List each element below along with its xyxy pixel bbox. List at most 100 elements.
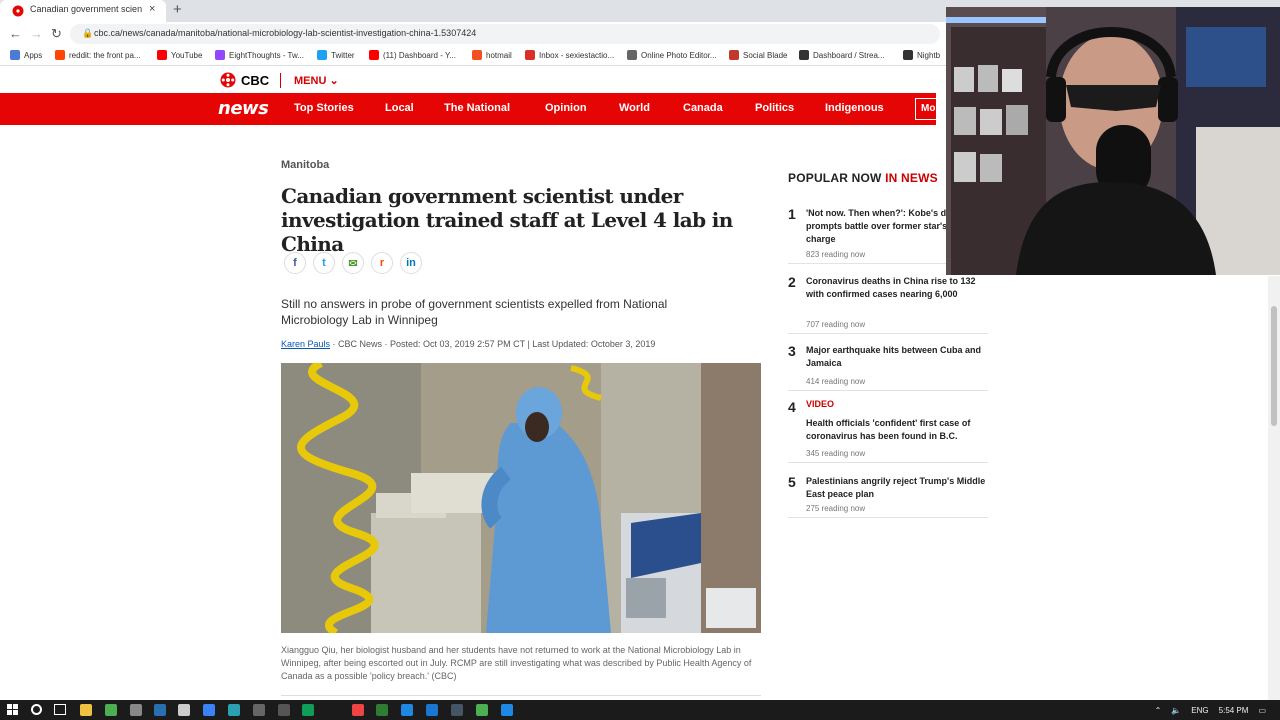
bookmark-item[interactable]: hotmail [472, 50, 512, 60]
bookmark-label: Online Photo Editor... [641, 50, 717, 60]
webcam-video-illustration [946, 7, 1280, 275]
popular-item[interactable]: 4 VIDEO Health officials 'confident' first… [788, 399, 988, 463]
popular-rank: 2 [788, 274, 796, 290]
media-icon[interactable] [253, 704, 265, 716]
nav-more-label: More [921, 103, 940, 114]
lock-icon: 🔒 [82, 28, 94, 38]
app-icon[interactable] [476, 704, 488, 716]
tray-expand-icon[interactable]: ⌃ [1155, 706, 1162, 715]
email-icon[interactable]: ✉ [342, 252, 364, 274]
terminal-icon[interactable] [154, 704, 166, 716]
sheets-icon[interactable] [302, 704, 314, 716]
bookmark-label: YouTube [171, 50, 203, 60]
article-section[interactable]: Manitoba [281, 159, 329, 171]
task-view-icon[interactable] [54, 704, 66, 715]
popular-item[interactable]: 5 Palestinians angrily reject Trump's Mid… [788, 474, 988, 518]
obs-icon[interactable] [278, 704, 290, 716]
popular-item[interactable]: 3 Major earthquake hits between Cuba and … [788, 343, 988, 391]
tab-close-icon[interactable]: × [149, 3, 155, 15]
game-icon[interactable] [376, 704, 388, 716]
bookmark-favicon-icon [799, 50, 809, 60]
news-logo[interactable]: news [218, 98, 269, 119]
reload-icon[interactable]: ↻ [51, 26, 62, 42]
steam-icon[interactable] [451, 704, 463, 716]
file-explorer-icon[interactable] [80, 704, 92, 716]
app-icon[interactable] [352, 704, 364, 716]
bookmark-item[interactable]: reddit: the front pa... [55, 50, 141, 60]
start-icon[interactable] [7, 704, 18, 715]
bookmark-item[interactable]: (11) Dashboard - Y... [369, 50, 456, 60]
popular-title[interactable]: Major earthquake hits between Cuba and J… [806, 344, 988, 370]
nav-local[interactable]: Local [385, 102, 414, 114]
article-photo[interactable] [281, 363, 761, 633]
author-link[interactable]: Karen Pauls [281, 339, 330, 349]
bookmark-label: reddit: the front pa... [69, 50, 141, 60]
bookmark-favicon-icon [215, 50, 225, 60]
nav-opinion[interactable]: Opinion [545, 102, 587, 114]
app-icon[interactable] [178, 704, 190, 716]
bookmark-label: Dashboard / Strea... [813, 50, 885, 60]
browser-icon[interactable] [203, 704, 215, 716]
back-icon[interactable]: ← [9, 26, 22, 41]
popular-title[interactable]: Palestinians angrily reject Trump's Midd… [806, 475, 988, 501]
nav-canada[interactable]: Canada [683, 102, 723, 114]
bookmark-item[interactable]: YouTube [157, 50, 202, 60]
bookmark-favicon-icon [472, 50, 482, 60]
app-icon[interactable] [426, 704, 438, 716]
browser-tab[interactable]: Canadian government scientist u × [0, 0, 166, 22]
nav-the-national[interactable]: The National [444, 102, 510, 114]
chrome-icon[interactable] [105, 704, 117, 716]
bookmark-item[interactable]: Dashboard / Strea... [799, 50, 885, 60]
bookmark-item[interactable]: Inbox - sexiestactio... [525, 50, 614, 60]
app-icon[interactable] [130, 704, 142, 716]
bookmark-item[interactable]: Apps [10, 50, 42, 60]
windows-taskbar: ⌃ 🔈 ENG 5:54 PM ▭ [0, 700, 1280, 720]
cbc-gem-icon [220, 72, 236, 88]
language-indicator[interactable]: ENG [1191, 706, 1208, 715]
cbc-favicon-icon [12, 5, 24, 17]
app-icon[interactable] [401, 704, 413, 716]
bookmark-favicon-icon [729, 50, 739, 60]
linkedin-icon[interactable]: in [400, 252, 422, 274]
facebook-icon[interactable]: f [284, 252, 306, 274]
twitter-icon[interactable]: t [313, 252, 335, 274]
nav-world[interactable]: World [619, 102, 650, 114]
popular-video-tag: VIDEO [806, 399, 835, 409]
notification-icon[interactable]: ▭ [1258, 706, 1266, 715]
nav-indigenous[interactable]: Indigenous [825, 102, 884, 114]
clock[interactable]: 5:54 PM [1219, 706, 1249, 715]
cbc-logo-text: CBC [241, 72, 270, 88]
app-icon[interactable] [501, 704, 513, 716]
menu-button[interactable]: MENU ⌄ [294, 74, 339, 87]
reddit-icon[interactable]: r [371, 252, 393, 274]
forward-icon[interactable]: → [30, 26, 43, 41]
url-field[interactable]: 🔒 cbc.ca/news/canada/manitoba/national-m… [70, 24, 940, 44]
bookmark-favicon-icon [10, 50, 20, 60]
bookmark-label: Twitter [331, 50, 355, 60]
scrollbar-thumb[interactable] [1271, 306, 1277, 426]
bookmark-favicon-icon [525, 50, 535, 60]
new-tab-button[interactable]: + [173, 1, 182, 18]
article-headline: Canadian government scientist under inve… [281, 184, 733, 256]
edge-icon[interactable] [228, 704, 240, 716]
nav-more-button[interactable]: More [915, 98, 941, 120]
article-byline: Karen Pauls · CBC News · Posted: Oct 03,… [281, 339, 655, 349]
popular-rank: 4 [788, 399, 796, 415]
bookmark-item[interactable]: EightThoughts - Tw... [215, 50, 304, 60]
nav-politics[interactable]: Politics [755, 102, 794, 114]
bookmark-item[interactable]: Twitter [317, 50, 355, 60]
bookmark-favicon-icon [369, 50, 379, 60]
popular-item[interactable]: 2 Coronavirus deaths in China rise to 132… [788, 274, 988, 334]
popular-title[interactable]: Health officials 'confident' first case … [806, 417, 988, 443]
bookmark-favicon-icon [317, 50, 327, 60]
bookmark-item[interactable]: Online Photo Editor... [627, 50, 717, 60]
bookmark-item[interactable]: Nightb [903, 50, 940, 60]
cbc-logo[interactable]: CBC [220, 72, 269, 88]
page-scrollbar[interactable] [1268, 276, 1280, 700]
bookmark-label: Inbox - sexiestactio... [539, 50, 615, 60]
nav-top-stories[interactable]: Top Stories [294, 102, 354, 114]
bookmark-item[interactable]: Social Blade [729, 50, 787, 60]
popular-title[interactable]: Coronavirus deaths in China rise to 132 … [806, 275, 988, 301]
volume-icon[interactable]: 🔈 [1171, 706, 1181, 715]
search-icon[interactable] [31, 704, 42, 715]
